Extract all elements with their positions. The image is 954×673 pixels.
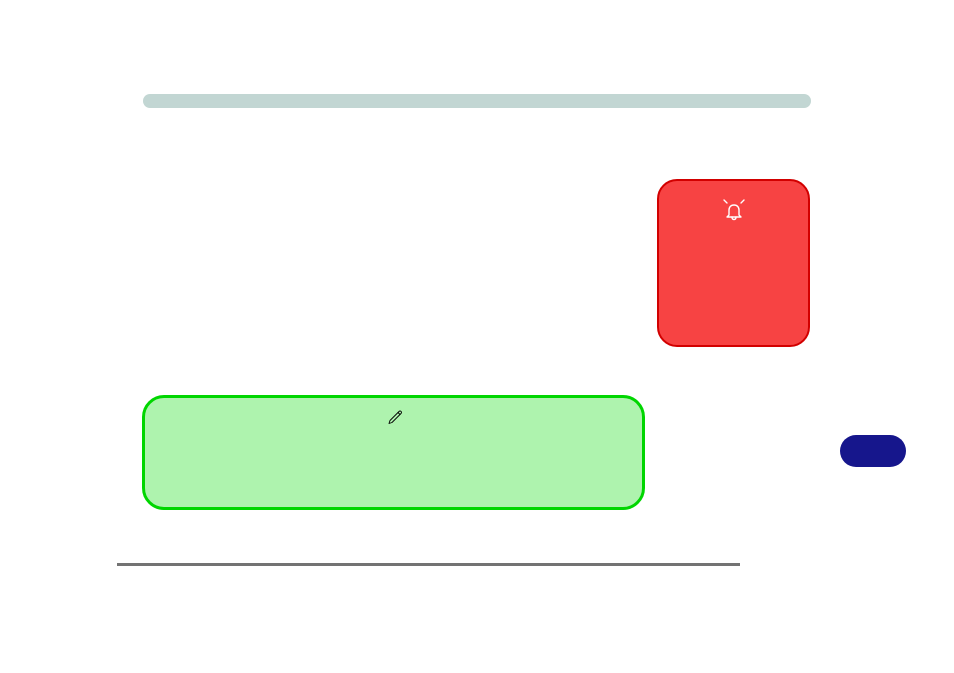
divider-line — [117, 563, 740, 566]
blue-pill-button[interactable] — [840, 435, 906, 467]
top-bar — [143, 94, 811, 108]
green-card[interactable] — [142, 395, 645, 510]
red-card[interactable] — [657, 179, 810, 347]
bell-ringing-icon — [721, 199, 747, 221]
pen-icon — [388, 410, 402, 424]
